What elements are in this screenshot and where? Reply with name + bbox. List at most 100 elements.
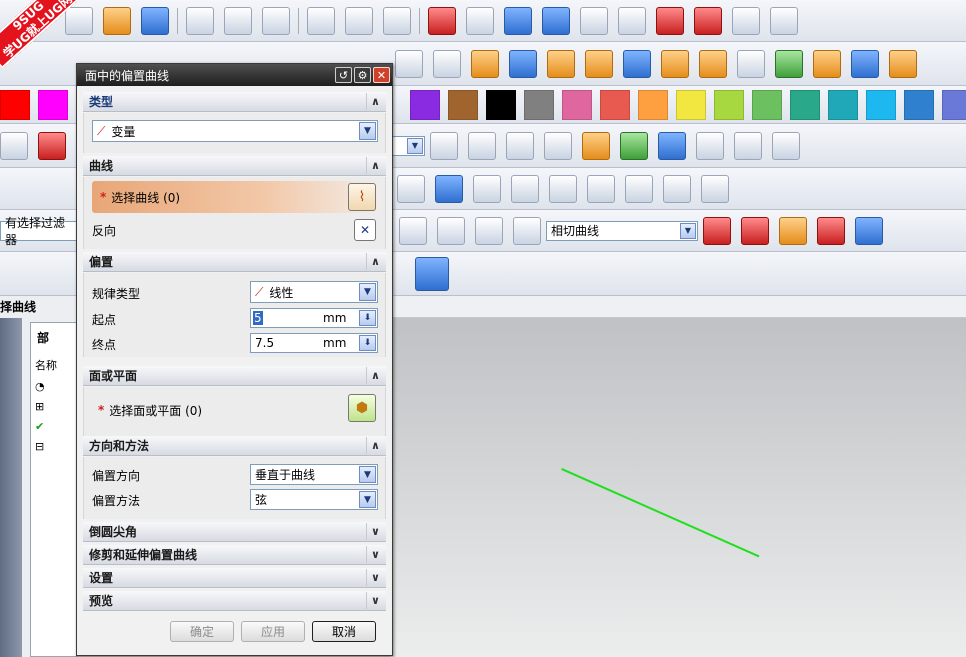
section-direction-header[interactable]: 方向和方法 ∧	[83, 436, 386, 456]
block-icon[interactable]	[623, 49, 651, 78]
collapse-icon[interactable]: ∧	[366, 367, 384, 384]
type-filter-combo[interactable]: 有选择过滤器	[0, 216, 76, 247]
new-file-icon[interactable]	[65, 6, 93, 35]
arrow-right-icon[interactable]	[855, 216, 883, 245]
dialog-title-bar[interactable]: 面中的偏置曲线 ↺ ⚙ ✕	[77, 64, 392, 86]
undo-icon[interactable]	[307, 6, 335, 35]
measure-distance-icon[interactable]	[696, 131, 724, 160]
expand-icon[interactable]: ∨	[366, 592, 384, 609]
copy-icon[interactable]	[224, 6, 252, 35]
dropdown-arrow-icon[interactable]: ▼	[359, 122, 376, 140]
section-trim-extend-header[interactable]: 修剪和延伸偏置曲线 ∨	[83, 545, 386, 565]
boolean-icon[interactable]	[775, 49, 803, 78]
wcs-icon[interactable]	[506, 131, 534, 160]
color-swatch[interactable]	[714, 89, 744, 120]
expand-icon[interactable]: ∨	[366, 569, 384, 586]
cancel-button[interactable]: 取消	[312, 621, 376, 642]
section-preview-header[interactable]: 预览 ∨	[83, 591, 386, 611]
offset-direction-combo[interactable]: 垂直于曲线 ▼	[250, 464, 378, 485]
color-swatch[interactable]	[676, 89, 706, 120]
open-folder-icon[interactable]	[103, 6, 131, 35]
select-next-icon[interactable]	[658, 131, 686, 160]
color-swatch[interactable]	[448, 89, 478, 120]
law-type-combo[interactable]: ⟋ 线性 ▼	[250, 281, 378, 303]
color-swatch[interactable]	[942, 89, 966, 120]
paint-icon[interactable]	[582, 131, 610, 160]
point-snap-icon[interactable]	[437, 216, 465, 245]
settings-icon[interactable]: ⚙	[354, 67, 371, 83]
analysis-icon[interactable]	[549, 174, 577, 203]
color-swatch[interactable]	[828, 89, 858, 120]
color-swatch[interactable]	[524, 89, 554, 120]
value-menu-icon[interactable]: ⬇	[359, 335, 376, 351]
render-icon[interactable]	[732, 6, 760, 35]
collapse-icon[interactable]: ∧	[366, 253, 384, 270]
section-settings-header[interactable]: 设置 ∨	[83, 568, 386, 588]
path-icon[interactable]	[817, 216, 845, 245]
close-icon[interactable]: ✕	[373, 67, 390, 83]
expand-icon[interactable]: ∨	[366, 523, 384, 540]
ruled-surface-icon[interactable]	[471, 49, 499, 78]
zoom-icon[interactable]	[466, 6, 494, 35]
mesh-surface-icon[interactable]	[433, 49, 461, 78]
reverse-direction-icon[interactable]: ✕	[354, 219, 376, 241]
shaded-view-icon[interactable]	[504, 6, 532, 35]
paste-icon[interactable]	[262, 6, 290, 35]
color-swatch[interactable]	[562, 89, 592, 120]
reset-icon[interactable]: ↺	[335, 67, 352, 83]
collapse-icon[interactable]: ∧	[366, 437, 384, 454]
wireframe-icon[interactable]	[580, 6, 608, 35]
end-value[interactable]: 7.5	[255, 336, 274, 350]
select-face-icon[interactable]: ⬢	[348, 394, 376, 422]
collapse-icon[interactable]: ∧	[366, 157, 384, 174]
section-curve-header[interactable]: 曲线 ∧	[83, 156, 386, 176]
through-curves-icon[interactable]	[473, 174, 501, 203]
color-swatch[interactable]	[0, 89, 30, 120]
law-extension-icon[interactable]	[587, 174, 615, 203]
select-face-row[interactable]: * 选择面或平面 (0)	[98, 400, 202, 420]
color-swatch[interactable]	[904, 89, 934, 120]
move-icon[interactable]	[0, 131, 28, 160]
graphics-window[interactable]	[390, 318, 966, 657]
type-combo[interactable]: ⟋ 变量 ▼	[92, 120, 378, 142]
shade-mode-icon[interactable]	[618, 6, 646, 35]
fit-view-icon[interactable]	[428, 6, 456, 35]
rectangle-select-icon[interactable]	[513, 216, 541, 245]
color-swatch[interactable]	[410, 89, 440, 120]
stop-at-intersection-icon[interactable]	[703, 216, 731, 245]
through-mesh-icon[interactable]	[511, 174, 539, 203]
expand-icon[interactable]: ∨	[366, 546, 384, 563]
sew-icon[interactable]	[585, 49, 613, 78]
offset-face-icon[interactable]	[889, 49, 917, 78]
trim-body-icon[interactable]	[851, 49, 879, 78]
dropdown-arrow-icon[interactable]: ▼	[359, 491, 376, 508]
follow-fillet-icon[interactable]	[741, 216, 769, 245]
datum-icon[interactable]	[699, 49, 727, 78]
ruler-icon[interactable]	[734, 131, 762, 160]
color-swatch[interactable]	[752, 89, 782, 120]
start-value-field[interactable]: 5 mm ⬇	[250, 308, 378, 328]
bridge-icon[interactable]	[663, 174, 691, 203]
redo-icon[interactable]	[345, 6, 373, 35]
angle-icon[interactable]	[772, 131, 800, 160]
color-swatch[interactable]	[600, 89, 630, 120]
point-icon[interactable]	[737, 49, 765, 78]
ok-button[interactable]: 确定	[170, 621, 234, 642]
swept-icon[interactable]	[435, 174, 463, 203]
tube-icon[interactable]	[509, 49, 537, 78]
red-box-icon[interactable]	[38, 131, 66, 160]
pattern-icon[interactable]	[661, 49, 689, 78]
background-icon[interactable]	[770, 6, 798, 35]
n-sided-icon[interactable]	[625, 174, 653, 203]
end-value-field[interactable]: 7.5 mm ⬇	[250, 333, 378, 353]
section-offset-header[interactable]: 偏置 ∧	[83, 252, 386, 272]
surface-icon[interactable]	[395, 49, 423, 78]
clip-view-icon[interactable]	[694, 6, 722, 35]
section-fillet-corners-header[interactable]: 倒圆尖角 ∨	[83, 522, 386, 542]
select-icon[interactable]	[620, 131, 648, 160]
color-swatch[interactable]	[38, 89, 68, 120]
tree-row[interactable]: ◔	[35, 377, 45, 395]
color-swatch[interactable]	[638, 89, 668, 120]
cut-icon[interactable]	[186, 6, 214, 35]
offset-method-combo[interactable]: 弦 ▼	[250, 489, 378, 510]
